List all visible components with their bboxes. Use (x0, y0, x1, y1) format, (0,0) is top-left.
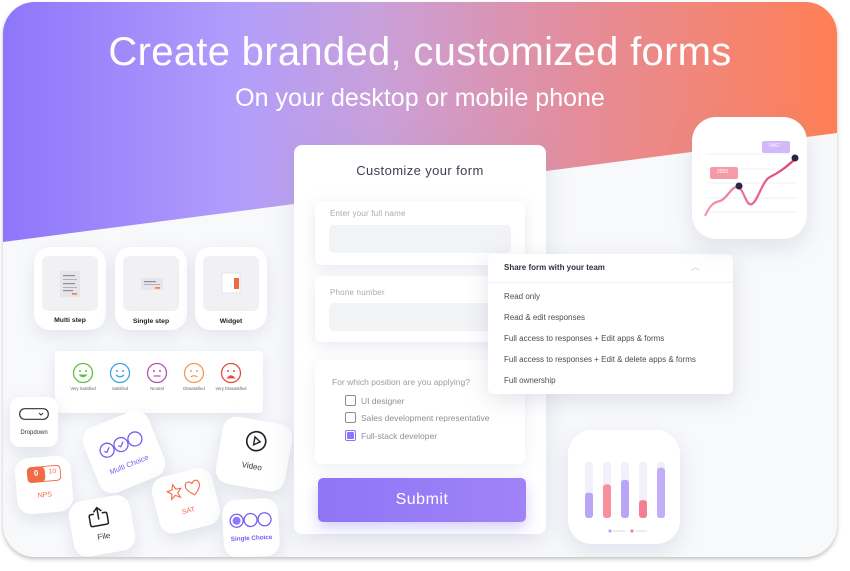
chip-label: SAT (181, 506, 196, 517)
checkbox[interactable] (345, 412, 356, 423)
option-label: Sales development representative (361, 412, 490, 423)
share-option-read-edit[interactable]: Read & edit responses (504, 313, 585, 322)
satisfaction-rating: Very Satisfied Satisfied Neutral Dissati… (55, 351, 263, 413)
very-satisfied-face-icon (72, 362, 94, 384)
form-title: Customize your form (356, 163, 484, 178)
share-dropdown-title[interactable]: Share form with your team (504, 263, 605, 272)
bar-chart-widget (568, 430, 680, 544)
bar (657, 467, 665, 518)
data-point (735, 182, 743, 190)
legend-dot (630, 529, 634, 533)
legend-dot (608, 529, 612, 533)
nps-high-value: 10 (48, 467, 57, 476)
checkbox-checked[interactable] (345, 430, 356, 441)
question-type-nps[interactable]: 0 10 NPS (13, 454, 75, 516)
legend-label (613, 530, 625, 532)
emoji-label: Dissatisfied (183, 386, 205, 391)
value-tag: 5467 (769, 143, 781, 149)
play-icon (245, 430, 267, 452)
option-ui-designer[interactable]: UI designer (345, 395, 404, 406)
question-type-file[interactable]: File (66, 493, 138, 557)
form-type-widget[interactable]: Widget (195, 247, 267, 330)
share-option-full-access-delete[interactable]: Full access to responses + Edit & delete… (504, 355, 696, 364)
option-full-stack-developer[interactable]: Full-stack developer (345, 430, 437, 441)
question-type-dropdown[interactable]: Dropdown (10, 397, 58, 447)
hero-title: Create branded, customized forms (108, 30, 732, 74)
chip-label: Video (241, 460, 263, 473)
upload-icon (88, 506, 110, 528)
bar-chart (585, 462, 665, 533)
chip-label: NPS (37, 491, 53, 500)
checkbox[interactable] (345, 395, 356, 406)
emoji-very-dissatisfied[interactable]: Very Dissatisfied (211, 362, 251, 391)
divider (488, 282, 733, 283)
line-chart (703, 141, 799, 217)
share-option-read-only[interactable]: Read only (504, 292, 540, 301)
line-chart-widget: 2555 5467 (692, 117, 807, 239)
option-label: Full-stack developer (361, 430, 438, 441)
multi-step-form-icon (42, 256, 98, 311)
widget-icon (203, 256, 259, 311)
share-form-dropdown: Share form with your team ︿ Read only Re… (488, 254, 733, 394)
emoji-label: Neutral (150, 386, 164, 391)
form-type-label: Single step (132, 318, 170, 325)
form-type-label: Multi step (54, 317, 86, 324)
single-step-form-icon (123, 256, 179, 311)
satisfied-face-icon (109, 362, 131, 384)
question-type-sat[interactable]: SAT (148, 465, 224, 537)
phone-input[interactable] (329, 303, 511, 331)
phone-label: Phone number (330, 288, 385, 297)
share-option-full-ownership[interactable]: Full ownership (504, 376, 556, 385)
full-name-label: Enter your full name (330, 209, 406, 218)
form-type-label: Widget (219, 318, 243, 325)
form-type-single-step[interactable]: Single step (115, 247, 187, 330)
emoji-dissatisfied[interactable]: Dissatisfied (174, 362, 214, 391)
option-label: UI designer (361, 395, 405, 406)
bar (585, 492, 593, 518)
question-label: For which position are you applying? (332, 377, 470, 387)
promo-card: Create branded, customized forms On your… (3, 2, 837, 557)
submit-button[interactable]: Submit (318, 478, 526, 522)
question-type-video[interactable]: Video (213, 414, 295, 494)
dropdown-icon (19, 408, 49, 420)
chip-label: Dropdown (20, 430, 48, 436)
emoji-label: Very Satisfied (70, 386, 96, 391)
chip-label: Single Choice (230, 533, 273, 544)
emoji-neutral[interactable]: Neutral (137, 362, 177, 391)
bar (639, 500, 647, 518)
hero-subtitle: On your desktop or mobile phone (235, 84, 605, 112)
chip-label: File (96, 530, 111, 542)
legend-label (635, 530, 647, 532)
option-sales-development[interactable]: Sales development representative (345, 412, 490, 423)
form-type-multi-step[interactable]: Multi step (34, 247, 106, 330)
full-name-input[interactable] (329, 225, 511, 253)
star-heart-icon (165, 479, 200, 501)
bar (621, 479, 629, 518)
emoji-label: Satisfied (111, 386, 129, 391)
share-option-full-access-edit[interactable]: Full access to responses + Edit apps & f… (504, 334, 664, 343)
neutral-face-icon (146, 362, 168, 384)
single-choice-icon (229, 512, 272, 528)
chevron-up-icon[interactable]: ︿ (691, 260, 700, 273)
dissatisfied-face-icon (183, 362, 205, 384)
question-type-single-choice[interactable]: Single Choice (221, 497, 281, 557)
bar (603, 484, 611, 518)
data-point (791, 154, 799, 162)
emoji-very-satisfied[interactable]: Very Satisfied (63, 362, 103, 391)
very-dissatisfied-face-icon (220, 362, 242, 384)
emoji-label: Very Dissatisfied (215, 386, 247, 391)
value-tag: 2555 (717, 169, 729, 175)
emoji-satisfied[interactable]: Satisfied (100, 362, 140, 391)
nps-low-value: 0 (33, 468, 39, 478)
